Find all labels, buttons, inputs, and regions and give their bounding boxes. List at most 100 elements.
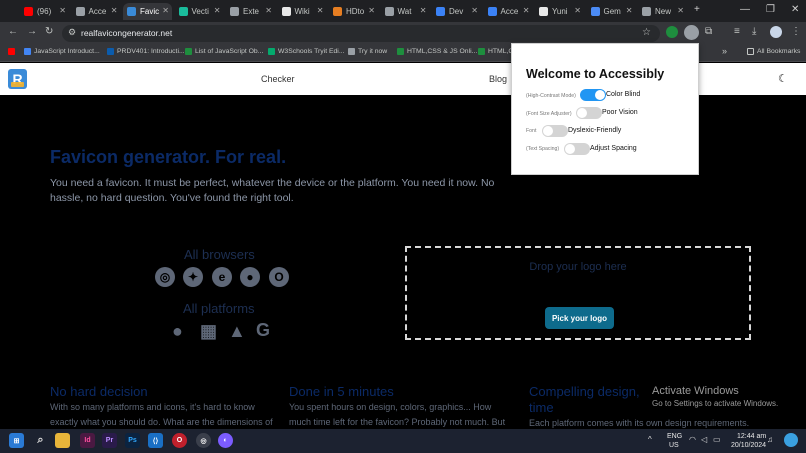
back-icon[interactable]: ← xyxy=(8,26,18,37)
color-blind-toggle[interactable] xyxy=(580,89,606,101)
logo-dropzone[interactable]: Drop your logo here Pick your logo xyxy=(405,246,751,340)
option-tag: Font xyxy=(526,128,537,134)
browser-tab[interactable]: Dev ✕ xyxy=(432,3,481,20)
browser-tab[interactable]: Yuni ✕ xyxy=(535,3,584,20)
adjust-spacing-toggle[interactable] xyxy=(564,143,590,155)
close-tab-icon[interactable]: ✕ xyxy=(317,6,324,15)
clock-time[interactable]: 12:44 am xyxy=(737,433,766,440)
more-bookmarks-button[interactable]: » xyxy=(722,46,727,56)
address-bar[interactable]: ⚙ realfavicongenerator.net ☆ xyxy=(62,25,660,42)
bookmark-favicon-icon xyxy=(185,48,192,55)
bookmark-item[interactable]: Try it now xyxy=(348,48,387,55)
close-tab-icon[interactable]: ✕ xyxy=(420,6,427,15)
clock-date[interactable]: 20/10/2024 xyxy=(731,442,766,449)
bookmark-item[interactable]: W3Schools Tryit Edi... xyxy=(268,48,344,55)
windows-start-icon[interactable]: ⊞ xyxy=(9,433,24,448)
media-icon[interactable]: ≡ xyxy=(734,26,740,37)
close-window-icon[interactable]: ✕ xyxy=(791,4,799,15)
language-indicator[interactable]: ENG xyxy=(667,433,682,440)
hd-icon xyxy=(333,7,342,16)
tab-label: Gem xyxy=(603,7,621,16)
profile-avatar[interactable] xyxy=(770,26,782,38)
reload-icon[interactable]: ↻ xyxy=(45,26,53,37)
restore-icon[interactable]: ❐ xyxy=(766,4,775,15)
close-tab-icon[interactable]: ✕ xyxy=(574,6,581,15)
dyslexic-friendly-toggle[interactable] xyxy=(542,125,568,137)
browser-tab[interactable]: Acce ✕ xyxy=(484,3,533,20)
site-info-icon[interactable]: ⚙ xyxy=(68,27,76,38)
url-text[interactable]: realfavicongenerator.net xyxy=(81,28,172,38)
nav-blog-link[interactable]: Blog xyxy=(489,74,507,84)
minimize-icon[interactable]: — xyxy=(740,4,750,15)
bookmark-label: List of JavaScript Ob... xyxy=(195,48,264,55)
close-tab-icon[interactable]: ✕ xyxy=(677,6,684,15)
forward-icon[interactable]: → xyxy=(27,26,37,37)
extensions-puzzle-icon[interactable]: ⧉ xyxy=(705,26,712,37)
wifi-icon[interactable]: ◠ xyxy=(689,435,696,444)
photoshop-icon[interactable]: Ps xyxy=(125,433,140,448)
browser-tab[interactable]: Exte ✕ xyxy=(226,3,275,20)
poor-vision-toggle[interactable] xyxy=(576,107,602,119)
browser-tab[interactable]: (96) ✕ xyxy=(20,3,69,20)
close-tab-icon[interactable]: ✕ xyxy=(523,6,530,15)
puzzle-icon xyxy=(230,7,239,16)
browser-tab[interactable]: HDto ✕ xyxy=(329,3,378,20)
region-indicator[interactable]: US xyxy=(669,442,679,449)
chrome-taskbar-icon[interactable]: ◎ xyxy=(196,433,211,448)
opera-browser-icon[interactable]: O xyxy=(172,433,187,448)
grammarly-extension-icon[interactable] xyxy=(666,26,678,38)
site-logo[interactable]: R xyxy=(8,69,27,89)
bookmark-item[interactable]: JavaScript Introduct... xyxy=(24,48,100,55)
close-tab-icon[interactable]: ✕ xyxy=(368,6,375,15)
browser-menu-icon[interactable]: ⋮ xyxy=(791,26,801,37)
bookmark-label: PRDV401: Introducti... xyxy=(117,48,185,55)
accessibly-extension-icon[interactable] xyxy=(684,25,699,40)
browser-tab[interactable]: Wat ✕ xyxy=(381,3,430,20)
github-icon xyxy=(539,7,548,16)
browser-tab[interactable]: Gem ✕ xyxy=(587,3,636,20)
nav-checker-link[interactable]: Checker xyxy=(261,74,295,84)
copilot-icon[interactable] xyxy=(784,433,798,447)
volume-icon[interactable]: ◁ xyxy=(701,435,707,444)
close-tab-icon[interactable]: ✕ xyxy=(111,6,118,15)
browser-tab[interactable]: Favic ✕ xyxy=(123,3,172,20)
all-bookmarks-button[interactable]: All Bookmarks xyxy=(747,48,800,55)
close-tab-icon[interactable]: ✕ xyxy=(471,6,478,15)
premiere-icon[interactable]: Pr xyxy=(102,433,117,448)
bookmark-item[interactable]: HTML,CSS & JS Onli... xyxy=(397,48,477,55)
bookmark-favicon-icon xyxy=(397,48,404,55)
indesign-icon[interactable]: Id xyxy=(80,433,95,448)
feature-title-continued: time xyxy=(529,400,554,415)
download-icon[interactable]: ⤓ xyxy=(752,26,756,37)
battery-icon[interactable]: ▭ xyxy=(713,435,721,444)
browser-tab[interactable]: Vecti ✕ xyxy=(175,3,224,20)
all-platforms-label: All platforms xyxy=(183,301,255,316)
app-icon[interactable]: ◐ xyxy=(218,433,233,448)
close-tab-icon[interactable]: ✕ xyxy=(265,6,272,15)
tray-chevron-icon[interactable]: ^ xyxy=(648,435,652,444)
close-tab-icon[interactable]: ✕ xyxy=(162,6,169,15)
pick-logo-button[interactable]: Pick your logo xyxy=(545,307,614,329)
dark-mode-moon-icon[interactable]: ☾ xyxy=(778,72,788,85)
bookmark-item[interactable]: PRDV401: Introducti... xyxy=(107,48,185,55)
vscode-icon[interactable]: ⟨⟩ xyxy=(148,433,163,448)
close-tab-icon[interactable]: ✕ xyxy=(59,6,66,15)
notification-bell-icon[interactable]: ♫ xyxy=(767,435,773,444)
windows-icon: ▦ xyxy=(200,321,218,341)
bookmark-favicon-icon xyxy=(268,48,275,55)
bookmark-item[interactable]: List of JavaScript Ob... xyxy=(185,48,263,55)
browser-tab[interactable]: Wiki ✕ xyxy=(278,3,327,20)
favicon-generator-icon xyxy=(127,7,136,16)
close-tab-icon[interactable]: ✕ xyxy=(626,6,633,15)
bookmark-item[interactable] xyxy=(8,48,18,55)
file-explorer-icon[interactable] xyxy=(55,433,70,448)
close-tab-icon[interactable]: ✕ xyxy=(214,6,221,15)
bookmark-star-icon[interactable]: ☆ xyxy=(642,27,651,38)
browser-tab[interactable]: New ✕ xyxy=(638,3,687,20)
browser-tab[interactable]: Acce ✕ xyxy=(72,3,121,20)
chrome-icon: ◎ xyxy=(155,267,175,287)
search-icon[interactable]: ⌕ xyxy=(33,433,48,448)
new-tab-button[interactable]: + xyxy=(694,4,700,15)
tab-label: Exte xyxy=(243,7,260,16)
bookmark-label: W3Schools Tryit Edi... xyxy=(278,48,345,55)
